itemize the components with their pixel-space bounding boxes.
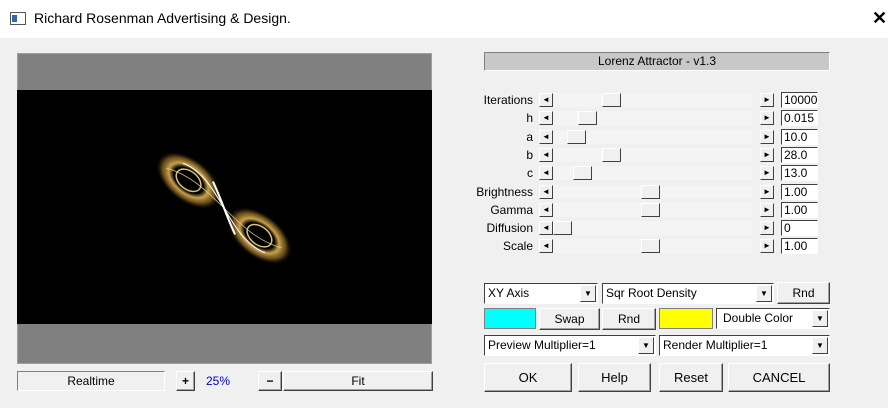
scroll-right-icon[interactable]: ► xyxy=(760,185,774,199)
primary-color-swatch[interactable] xyxy=(484,308,536,329)
param-label: Iterations xyxy=(483,93,533,107)
preview-multiplier-select[interactable]: Preview Multiplier=1 ▼ xyxy=(484,335,656,356)
scroll-left-icon[interactable]: ◄ xyxy=(539,148,553,162)
realtime-toggle[interactable]: Realtime xyxy=(17,371,165,391)
axis-select-value: XY Axis xyxy=(488,286,530,300)
chevron-down-icon[interactable]: ▼ xyxy=(580,285,596,302)
param-value-field[interactable]: 0 xyxy=(781,220,818,236)
slider-thumb[interactable] xyxy=(602,93,621,107)
zoom-in-button[interactable]: + xyxy=(176,371,195,391)
param-label: Diffusion xyxy=(486,221,533,235)
param-label: b xyxy=(526,148,533,162)
scroll-left-icon[interactable]: ◄ xyxy=(539,111,553,125)
param-label: Gamma xyxy=(490,203,533,217)
param-value-field[interactable]: 1.00 xyxy=(781,238,818,254)
slider-thumb[interactable] xyxy=(573,166,592,180)
random-colors-button[interactable]: Rnd xyxy=(602,308,656,330)
scroll-right-icon[interactable]: ► xyxy=(760,148,774,162)
slider-thumb[interactable] xyxy=(602,148,621,162)
density-select[interactable]: Sqr Root Density ▼ xyxy=(602,283,774,304)
chevron-down-icon[interactable]: ▼ xyxy=(812,310,828,327)
slider-track[interactable] xyxy=(553,221,752,235)
slider-track[interactable] xyxy=(553,93,752,107)
scroll-right-icon[interactable]: ► xyxy=(760,130,774,144)
render-multiplier-value: Render Multiplier=1 xyxy=(663,338,768,352)
help-button[interactable]: Help xyxy=(578,363,651,392)
scroll-right-icon[interactable]: ► xyxy=(760,111,774,125)
fit-button[interactable]: Fit xyxy=(283,371,433,391)
ok-button[interactable]: OK xyxy=(484,363,572,392)
slider-thumb[interactable] xyxy=(578,111,597,125)
slider-track[interactable] xyxy=(553,148,752,162)
chevron-down-icon[interactable]: ▼ xyxy=(638,337,654,354)
lorenz-attractor-render xyxy=(155,151,293,265)
preview-canvas[interactable] xyxy=(17,90,432,324)
cancel-button[interactable]: CANCEL xyxy=(728,363,830,392)
chevron-down-icon[interactable]: ▼ xyxy=(756,285,772,302)
param-value-field[interactable]: 10.0 xyxy=(781,129,818,145)
version-label: Lorenz Attractor - v1.3 xyxy=(484,52,830,71)
param-value-field[interactable]: 10000 xyxy=(781,92,818,108)
scroll-left-icon[interactable]: ◄ xyxy=(539,203,553,217)
window-title: Richard Rosenman Advertising & Design. xyxy=(34,10,291,26)
random-mode-button[interactable]: Rnd xyxy=(777,282,830,304)
scroll-left-icon[interactable]: ◄ xyxy=(539,93,553,107)
param-label: a xyxy=(526,130,533,144)
zoom-out-button[interactable]: − xyxy=(258,371,282,391)
param-value-field[interactable]: 0.015 xyxy=(781,110,818,126)
param-value-field[interactable]: 13.0 xyxy=(781,165,818,181)
color-mode-select[interactable]: Double Color ▼ xyxy=(716,308,830,329)
reset-button[interactable]: Reset xyxy=(659,363,723,392)
axis-select[interactable]: XY Axis ▼ xyxy=(484,283,598,304)
scroll-right-icon[interactable]: ► xyxy=(760,93,774,107)
secondary-color-swatch[interactable] xyxy=(659,308,713,329)
render-multiplier-select[interactable]: Render Multiplier=1 ▼ xyxy=(659,335,830,356)
scroll-left-icon[interactable]: ◄ xyxy=(539,221,553,235)
scroll-right-icon[interactable]: ► xyxy=(760,221,774,235)
slider-thumb[interactable] xyxy=(641,203,660,217)
slider-thumb[interactable] xyxy=(641,185,660,199)
preview-multiplier-value: Preview Multiplier=1 xyxy=(488,338,596,352)
param-value-field[interactable]: 1.00 xyxy=(781,184,818,200)
color-mode-value: Double Color xyxy=(723,311,794,325)
slider-thumb[interactable] xyxy=(641,239,660,253)
density-select-value: Sqr Root Density xyxy=(606,286,697,300)
param-label: h xyxy=(526,111,533,125)
scroll-left-icon[interactable]: ◄ xyxy=(539,185,553,199)
slider-thumb[interactable] xyxy=(567,130,586,144)
swap-colors-button[interactable]: Swap xyxy=(539,308,600,330)
param-value-field[interactable]: 1.00 xyxy=(781,202,818,218)
param-label: Scale xyxy=(502,239,533,253)
param-value-field[interactable]: 28.0 xyxy=(781,147,818,163)
scroll-right-icon[interactable]: ► xyxy=(760,203,774,217)
chevron-down-icon[interactable]: ▼ xyxy=(812,337,828,354)
scroll-left-icon[interactable]: ◄ xyxy=(539,166,553,180)
slider-thumb[interactable] xyxy=(553,221,572,235)
zoom-level: 25% xyxy=(205,374,231,388)
scroll-left-icon[interactable]: ◄ xyxy=(539,239,553,253)
scroll-right-icon[interactable]: ► xyxy=(760,166,774,180)
param-label: c xyxy=(527,166,533,180)
app-icon xyxy=(10,12,26,25)
scroll-right-icon[interactable]: ► xyxy=(760,239,774,253)
scroll-left-icon[interactable]: ◄ xyxy=(539,130,553,144)
close-icon[interactable]: ✕ xyxy=(872,8,887,28)
param-label: Brightness xyxy=(476,185,533,199)
